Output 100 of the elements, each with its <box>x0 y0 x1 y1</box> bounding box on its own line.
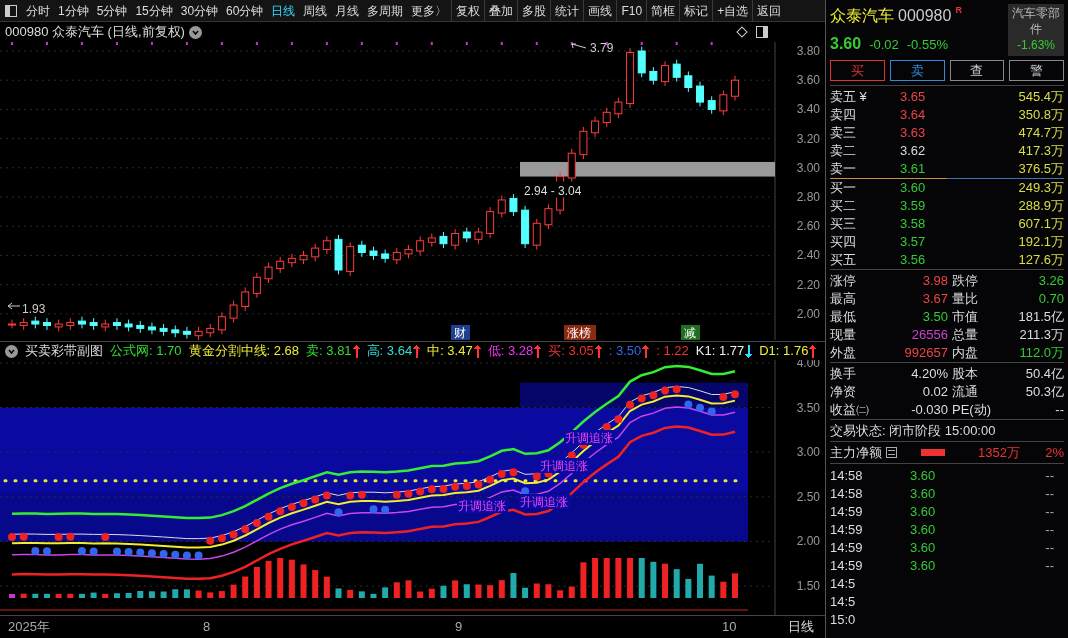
price-axis-label: 3.60 <box>796 73 820 88</box>
stock-code: 000980 <box>898 6 952 26</box>
order-level: 卖三 <box>830 124 857 143</box>
field-label: 跌停 <box>952 272 979 291</box>
order-volume: 474.7万 <box>1017 124 1064 143</box>
tick-time: 14:5 <box>830 593 857 612</box>
tick-price: 3.60 <box>910 503 937 522</box>
order-volume: 249.3万 <box>1017 179 1064 198</box>
toolbar-button[interactable]: 多股 <box>517 0 551 21</box>
order-price: 3.59 <box>900 197 927 216</box>
tick-volume: -- <box>1044 503 1055 522</box>
order-level: 卖五 ¥ <box>830 88 868 107</box>
event-marker[interactable]: 减 <box>681 325 700 340</box>
price-axis-label: 2.80 <box>796 190 820 204</box>
period-tab[interactable]: 30分钟 <box>176 0 223 21</box>
stock-name: 众泰汽车 <box>830 6 894 26</box>
order-volume: 417.3万 <box>1017 142 1064 161</box>
period-tab[interactable]: 15分钟 <box>131 0 177 21</box>
field-label: 内盘 <box>952 344 979 363</box>
flow-percent: 2% <box>1044 443 1064 462</box>
toolbar-button[interactable]: 统计 <box>550 0 584 21</box>
order-level: 卖二 <box>830 142 857 161</box>
toolbar-button[interactable]: +自选 <box>712 0 753 21</box>
order-volume: 350.8万 <box>1017 106 1064 125</box>
field-value: -- <box>1054 401 1064 420</box>
period-tab[interactable]: 5分钟 <box>92 0 132 21</box>
price-axis-label: 2.40 <box>796 248 820 263</box>
action-button[interactable]: 买 <box>830 60 885 81</box>
price-axis-label: 2.60 <box>796 219 820 234</box>
action-button[interactable]: 警 <box>1009 60 1064 81</box>
sector-card[interactable]: 汽车零部件 -1.63% <box>1008 4 1064 56</box>
chart-title: 000980 众泰汽车 (日线,前复权) <box>5 23 185 42</box>
indicator-name: 买卖彩带副图 <box>25 342 103 361</box>
event-marker[interactable]: 财 <box>451 325 470 340</box>
field-value: 26556 <box>910 326 948 345</box>
toolbar-button[interactable]: 标记 <box>679 0 713 21</box>
signal-label: 升调追涨 <box>539 458 590 473</box>
indicator-reading: : 3.50 <box>608 342 642 361</box>
date-axis-label: 8 <box>203 618 211 637</box>
low-price-label: 1.93 <box>21 302 47 316</box>
indicator-axis-label: 3.50 <box>796 400 820 415</box>
order-level: 买一 <box>830 179 857 198</box>
toolbar-button[interactable]: F10 <box>616 0 647 21</box>
price-axis-label: 2.00 <box>796 306 820 321</box>
flow-amount: 1352万 <box>978 443 1020 462</box>
tick-price: 3.60 <box>910 539 937 558</box>
order-price: 3.65 <box>900 88 927 107</box>
indicator-axis-label: 1.50 <box>796 579 820 593</box>
tick-price: 3.60 <box>910 485 937 504</box>
field-label: 最高 <box>830 290 857 309</box>
field-label: PE(动) <box>952 401 992 420</box>
indicator-reading: K1: 1.77 <box>695 342 745 361</box>
period-tab[interactable]: 日线 <box>267 0 300 21</box>
order-price: 3.60 <box>900 179 927 198</box>
field-label: 外盘 <box>830 344 857 363</box>
toolbar-button[interactable]: 简框 <box>646 0 680 21</box>
field-value: 4.20% <box>910 365 948 384</box>
indicator-reading: 高: 3.64 <box>366 342 413 361</box>
toolbar-button[interactable]: 返回 <box>752 0 786 21</box>
period-tab[interactable]: 分时 <box>22 0 54 21</box>
tick-time: 14:59 <box>830 503 864 522</box>
indicator-reading: D1: 1.76 <box>759 342 809 360</box>
order-price: 3.56 <box>900 251 927 270</box>
period-tab[interactable]: 60分钟 <box>222 0 268 21</box>
period-tab[interactable]: 周线 <box>299 0 332 21</box>
price-change: -0.02 <box>869 36 899 54</box>
order-price: 3.61 <box>900 160 927 179</box>
order-level: 买三 <box>830 215 857 234</box>
period-tab[interactable]: 更多〉 <box>407 0 452 21</box>
tick-volume: -- <box>1044 539 1055 558</box>
period-tab[interactable]: 1分钟 <box>54 0 93 21</box>
tick-time: 14:58 <box>830 485 864 504</box>
action-button[interactable]: 卖 <box>889 60 945 81</box>
date-axis-label: 2025年 <box>8 618 50 637</box>
indicator-reading: 黄金分割中线: 2.68 <box>188 342 300 361</box>
order-volume: 192.1万 <box>1017 233 1064 252</box>
tick-price: 3.60 <box>910 557 937 576</box>
event-marker[interactable]: 涨榜 <box>564 325 596 340</box>
toolbar-button[interactable]: 画线 <box>583 0 617 21</box>
order-volume: 607.1万 <box>1017 215 1064 234</box>
order-volume: 127.6万 <box>1017 251 1064 270</box>
field-label: 收益㈡ <box>830 401 870 420</box>
field-label: 股本 <box>952 365 979 384</box>
field-label: 流通 <box>952 383 979 402</box>
action-button[interactable]: 查 <box>949 60 1005 81</box>
date-axis-label: 9 <box>455 618 463 637</box>
toolbar-button[interactable]: 复权 <box>451 0 485 21</box>
order-level: 买二 <box>830 197 857 216</box>
tick-volume: -- <box>1044 557 1055 576</box>
tick-time: 15:0 <box>830 611 857 630</box>
order-price: 3.62 <box>900 142 927 161</box>
date-axis-label: 10 <box>722 618 737 637</box>
percent-change: -0.55% <box>906 36 948 54</box>
period-tab[interactable]: 月线 <box>331 0 364 21</box>
field-value: 112.0万 <box>1018 344 1064 363</box>
field-value: 3.26 <box>1037 272 1064 291</box>
field-value: -0.030 <box>910 401 948 420</box>
price-axis-label: 2.20 <box>796 277 820 292</box>
period-tab[interactable]: 多周期 <box>363 0 408 21</box>
toolbar-button[interactable]: 叠加 <box>484 0 518 21</box>
